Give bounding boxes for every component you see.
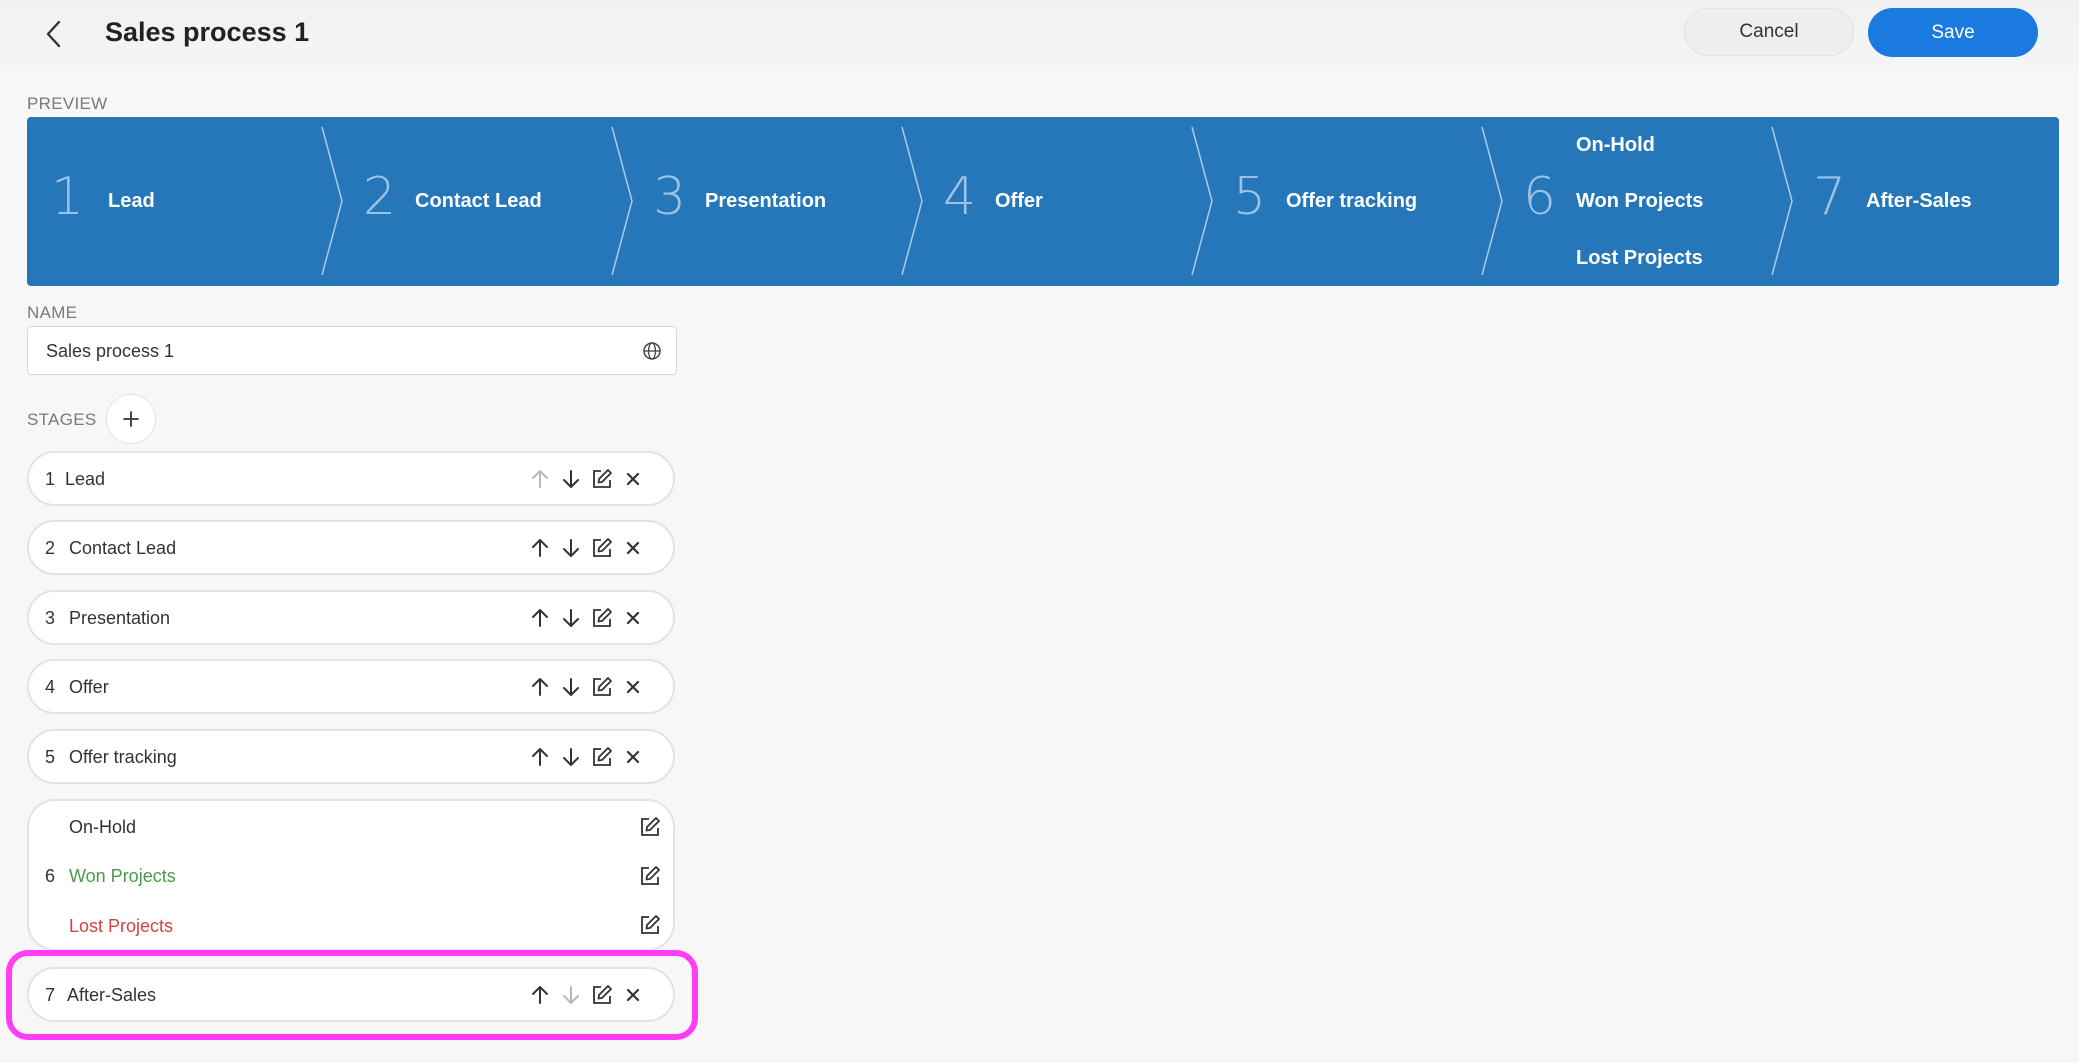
close-icon[interactable] (621, 745, 645, 769)
edit-icon[interactable] (590, 467, 614, 491)
preview-stage-name: Offer (995, 190, 1043, 212)
arrow-up-icon[interactable] (528, 745, 552, 769)
arrow-down-icon[interactable] (559, 745, 583, 769)
highlight-annotation (6, 950, 698, 1040)
stage-number: 5 (45, 747, 56, 767)
stage-separator (1771, 126, 1793, 276)
stage-number: 6 (45, 866, 56, 886)
outcome-label-lost: Lost Projects (69, 916, 174, 936)
arrow-down-icon[interactable] (559, 675, 583, 699)
stage-separator (901, 126, 923, 276)
plus-icon (123, 411, 139, 427)
preview-stage-number: 2 (363, 167, 397, 227)
stage-separator (1481, 126, 1503, 276)
chevron-left-icon (46, 20, 61, 48)
arrow-up-icon[interactable] (528, 606, 552, 630)
preview-stage-name: Offer tracking (1286, 190, 1418, 212)
edit-icon[interactable] (590, 675, 614, 699)
preview-stage-number: 7 (1813, 167, 1847, 227)
close-icon[interactable] (621, 536, 645, 560)
arrow-down-icon[interactable] (559, 536, 583, 560)
preview-stage-name: After-Sales (1866, 190, 1972, 212)
arrow-up-icon[interactable] (528, 675, 552, 699)
close-icon[interactable] (621, 467, 645, 491)
preview-stage-name: Presentation (705, 190, 827, 212)
stage-separator (321, 126, 343, 276)
close-icon[interactable] (621, 606, 645, 630)
close-icon[interactable] (621, 675, 645, 699)
preview-stage-name: Lead (108, 190, 155, 212)
stage-row: 4 Offer (27, 659, 675, 714)
stage-label: Offer (69, 677, 109, 697)
stage-label: Contact Lead (69, 538, 177, 558)
edit-icon[interactable] (590, 536, 614, 560)
outcome-label-won: Won Projects (69, 866, 176, 886)
arrow-up-icon[interactable] (528, 536, 552, 560)
save-button[interactable]: Save (1868, 8, 2038, 57)
stage-label: Offer tracking (69, 747, 177, 767)
outcome-label-on-hold: On-Hold (69, 817, 137, 837)
preview-outcome-name: On-Hold (1576, 134, 1655, 156)
preview-stage-number: 1 (51, 167, 85, 227)
name-label: NAME (27, 303, 78, 322)
preview-label: PREVIEW (27, 94, 108, 113)
preview-stage-number: 3 (653, 167, 687, 227)
stage-preview: 1 Lead 2 Contact Lead 3 Presentation 4 O… (27, 117, 2059, 286)
edit-icon[interactable] (638, 815, 662, 839)
arrow-down-icon[interactable] (559, 467, 583, 491)
arrow-up-icon (532, 470, 548, 488)
preview-stage-number: 5 (1233, 167, 1267, 227)
name-input-value[interactable]: Sales process 1 (46, 341, 174, 362)
stage-row: 3 Presentation (27, 590, 675, 645)
preview-outcome-name: Won Projects (1576, 190, 1704, 212)
stage-number: 2 (45, 538, 56, 558)
add-stage-button[interactable] (106, 394, 156, 444)
stage-number: 1 (45, 469, 56, 489)
stages-label: STAGES (27, 410, 97, 429)
page-title: Sales process 1 (105, 17, 310, 47)
stage-number: 3 (45, 608, 56, 628)
cancel-button[interactable]: Cancel (1684, 8, 1854, 56)
arrow-down-icon[interactable] (559, 606, 583, 630)
globe-icon[interactable] (642, 341, 662, 361)
back-button[interactable] (34, 14, 74, 54)
final-stage-group: 6 On-Hold Won Projects Lost Projects (27, 799, 675, 951)
preview-stage-name: Contact Lead (415, 190, 542, 212)
stage-label: Lead (65, 469, 106, 489)
preview-outcome-name: Lost Projects (1576, 247, 1703, 269)
top-bar: Sales process 1 Cancel Save (0, 0, 2079, 68)
edit-icon[interactable] (590, 606, 614, 630)
name-input[interactable]: Sales process 1 (27, 326, 677, 375)
stage-separator (1191, 126, 1213, 276)
stage-row: 5 Offer tracking (27, 729, 675, 784)
stage-label: Presentation (69, 608, 171, 628)
edit-icon[interactable] (590, 745, 614, 769)
preview-stage-number: 4 (943, 167, 977, 227)
stage-separator (611, 126, 633, 276)
stage-row: 2 Contact Lead (27, 520, 675, 575)
edit-icon[interactable] (638, 913, 662, 937)
stage-number: 4 (45, 677, 56, 697)
edit-icon[interactable] (638, 864, 662, 888)
stage-row: 1 Lead (27, 451, 675, 506)
preview-stage-number: 6 (1523, 167, 1557, 227)
